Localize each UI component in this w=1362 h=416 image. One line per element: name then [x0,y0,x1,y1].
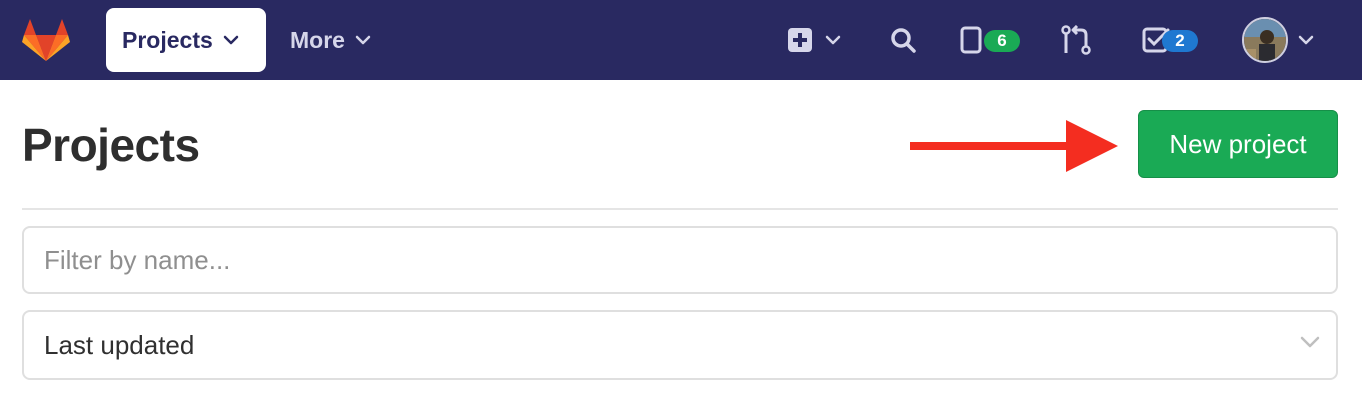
user-menu-chevron[interactable] [1298,20,1314,60]
top-navbar: Projects More 6 2 [0,0,1362,80]
search-button[interactable] [890,20,916,60]
chevron-down-icon [223,35,239,45]
chevron-down-icon [1300,336,1320,348]
new-project-button[interactable]: New project [1138,110,1338,178]
chevron-down-icon [825,35,841,45]
plus-square-icon [788,28,812,52]
user-avatar[interactable] [1242,17,1288,63]
projects-dropdown-label: Projects [122,26,213,53]
more-dropdown[interactable]: More [276,8,388,72]
sort-dropdown[interactable]: Last updated [22,310,1338,380]
merge-requests-button[interactable] [1060,20,1092,60]
chevron-down-icon [1298,35,1314,45]
page-title: Projects [22,119,200,171]
gitlab-logo-icon[interactable] [22,17,70,63]
header-divider [22,208,1338,210]
avatar-photo [1244,19,1286,61]
filter-by-name-input[interactable] [22,226,1338,294]
todos-count-badge: 2 [1162,30,1198,52]
issues-count-badge: 6 [984,30,1020,52]
chevron-down-icon [355,35,371,45]
new-item-dropdown[interactable] [787,20,841,60]
arrow-icon [910,120,1118,172]
projects-dropdown[interactable]: Projects [106,8,266,72]
merge-request-icon [1061,25,1091,55]
sort-selected-label: Last updated [44,329,195,360]
new-project-label: New project [1169,128,1307,159]
more-dropdown-label: More [290,26,345,53]
search-icon [891,28,916,53]
